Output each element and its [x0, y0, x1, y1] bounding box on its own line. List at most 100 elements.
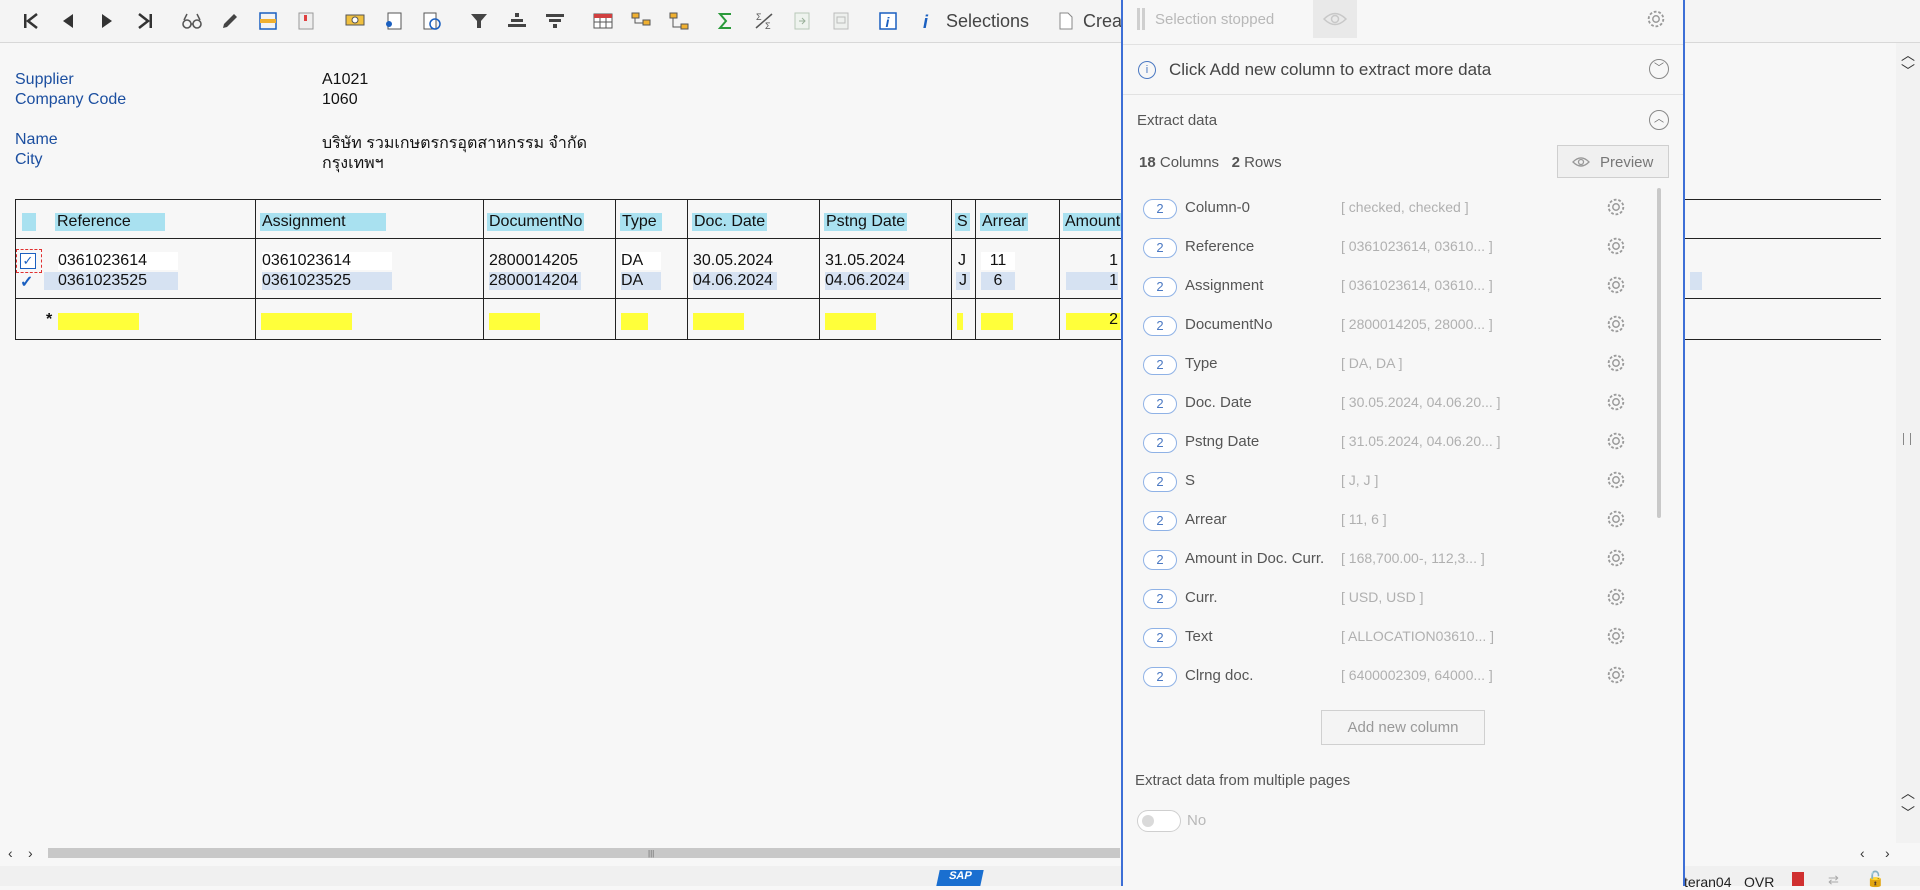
column-settings-gear-icon[interactable]	[1605, 547, 1629, 571]
column-name: Doc. Date	[1185, 394, 1252, 411]
header-documentno[interactable]: DocumentNo	[487, 213, 585, 231]
cell-assignment: 0361023525	[262, 272, 392, 290]
hierarchy-icon[interactable]	[629, 9, 653, 33]
column-item[interactable]: 2 DocumentNo [ 2800014205, 28000... ]	[1143, 313, 1653, 343]
header-arrear[interactable]: Arrear	[980, 213, 1029, 231]
next-page-icon[interactable]	[95, 9, 119, 33]
currency-icon[interactable]	[343, 9, 367, 33]
create-document-icon[interactable]	[1054, 9, 1078, 33]
hierarchy-expand-icon[interactable]	[667, 9, 691, 33]
column-list-scrollbar[interactable]	[1657, 188, 1661, 518]
last-page-icon[interactable]	[133, 9, 157, 33]
header-s[interactable]: S	[955, 213, 970, 231]
document-user-icon[interactable]	[381, 9, 405, 33]
column-settings-gear-icon[interactable]	[1605, 352, 1629, 376]
column-settings-gear-icon[interactable]	[1605, 313, 1629, 337]
select-all-header[interactable]	[22, 213, 36, 231]
multi-page-toggle[interactable]	[1137, 810, 1181, 832]
column-settings-gear-icon[interactable]	[1605, 274, 1629, 298]
vertical-scrollbar[interactable]: ︿ ﹀ ︿ ﹀	[1896, 43, 1920, 843]
web-document-icon[interactable]	[419, 9, 443, 33]
scroll-thumb-grip[interactable]	[1903, 433, 1911, 445]
scroll-left-icon[interactable]: ‹	[1860, 845, 1865, 861]
eye-toggle-button[interactable]	[1313, 0, 1357, 38]
header-reference[interactable]: Reference	[55, 213, 165, 231]
column-settings-gear-icon[interactable]	[1605, 469, 1629, 493]
scroll-right-icon[interactable]: ›	[28, 845, 33, 861]
sort-icon[interactable]	[505, 9, 529, 33]
scroll-up-icon[interactable]: ︿	[1901, 783, 1915, 803]
scroll-down-icon[interactable]: ﹀	[1901, 61, 1915, 81]
scroll-right-icon[interactable]: ›	[1885, 845, 1890, 861]
column-settings-gear-icon[interactable]	[1605, 235, 1629, 259]
sum-icon[interactable]	[714, 9, 738, 33]
header-doc-date[interactable]: Doc. Date	[692, 213, 768, 231]
column-item[interactable]: 2 Column-0 [ checked, checked ]	[1143, 196, 1653, 226]
panel-top-bar: Selection stopped	[1123, 0, 1683, 45]
column-item[interactable]: 2 Reference [ 0361023614, 03610... ]	[1143, 235, 1653, 265]
cell-documentno: 2800014205	[489, 252, 578, 269]
export-disabled-icon[interactable]	[790, 9, 814, 33]
header-type[interactable]: Type	[620, 213, 662, 231]
column-item[interactable]: 2 Arrear [ 11, 6 ]	[1143, 508, 1653, 538]
subtotal-icon[interactable]: ΣΣ	[752, 9, 776, 33]
column-settings-gear-icon[interactable]	[1605, 430, 1629, 454]
selections-info-icon[interactable]: i	[915, 9, 939, 33]
column-settings-gear-icon[interactable]	[1605, 586, 1629, 610]
column-item[interactable]: 2 Text [ ALLOCATION03610... ]	[1143, 625, 1653, 655]
column-sample: [ 168,700.00-, 112,3... ]	[1341, 550, 1485, 566]
row-checkmark-icon[interactable]: ✓	[20, 272, 33, 292]
document-alert-icon[interactable]	[294, 9, 318, 33]
status-flag-icon[interactable]	[1792, 872, 1804, 886]
settings-gear-icon[interactable]	[1645, 8, 1669, 32]
column-item[interactable]: 2 Type [ DA, DA ]	[1143, 352, 1653, 382]
chevron-up-icon[interactable]: ︿	[1649, 110, 1669, 130]
column-settings-gear-icon[interactable]	[1605, 508, 1629, 532]
column-settings-gear-icon[interactable]	[1605, 625, 1629, 649]
column-item[interactable]: 2 Curr. [ USD, USD ]	[1143, 586, 1653, 616]
chevron-down-icon[interactable]: ﹀	[1649, 59, 1669, 79]
pause-icon[interactable]	[1137, 8, 1145, 30]
column-settings-gear-icon[interactable]	[1605, 196, 1629, 220]
total-marker: *	[46, 311, 53, 328]
add-new-column-button[interactable]: Add new column	[1321, 710, 1485, 745]
column-item[interactable]: 2 Doc. Date [ 30.05.2024, 04.06.20... ]	[1143, 391, 1653, 421]
column-settings-gear-icon[interactable]	[1605, 391, 1629, 415]
header-amount[interactable]: Amount	[1063, 213, 1123, 231]
previous-page-icon[interactable]	[56, 9, 80, 33]
column-name: DocumentNo	[1185, 316, 1273, 333]
selections-button[interactable]: Selections	[946, 11, 1029, 32]
hscroll-grip[interactable]: |||	[648, 849, 654, 858]
layout-icon[interactable]	[256, 9, 280, 33]
row-count-badge: 2	[1143, 472, 1177, 492]
cell-type: DA	[621, 272, 661, 290]
sort-descending-icon[interactable]	[543, 9, 567, 33]
status-mode[interactable]: OVR	[1744, 874, 1774, 890]
col-divider	[687, 199, 688, 340]
import-disabled-icon[interactable]	[829, 9, 853, 33]
column-item[interactable]: 2 Clrng doc. [ 6400002309, 64000... ]	[1143, 664, 1653, 693]
columns-label: Columns	[1159, 154, 1220, 171]
column-item[interactable]: 2 Amount in Doc. Curr. [ 168,700.00-, 11…	[1143, 547, 1653, 577]
column-item[interactable]: 2 Assignment [ 0361023614, 03610... ]	[1143, 274, 1653, 304]
create-button[interactable]: Crea	[1083, 11, 1122, 32]
column-item[interactable]: 2 Pstng Date [ 31.05.2024, 04.06.20... ]	[1143, 430, 1653, 460]
unlock-icon[interactable]: 🔓	[1866, 870, 1885, 888]
scroll-left-icon[interactable]: ‹	[8, 845, 13, 861]
info-icon[interactable]: i	[876, 9, 900, 33]
header-assignment[interactable]: Assignment	[260, 213, 386, 231]
horizontal-scrollbar[interactable]: |||	[48, 848, 1120, 858]
column-settings-gear-icon[interactable]	[1605, 664, 1629, 688]
filter-icon[interactable]	[467, 9, 491, 33]
col-divider	[819, 199, 820, 340]
preview-button[interactable]: Preview	[1557, 145, 1669, 178]
edit-pencil-icon[interactable]	[218, 9, 242, 33]
row-checkbox[interactable]: ✓	[20, 253, 36, 269]
scroll-down-icon[interactable]: ﹀	[1901, 803, 1915, 823]
first-page-icon[interactable]	[19, 9, 43, 33]
status-user: teran04	[1684, 874, 1732, 890]
table-icon[interactable]	[591, 9, 615, 33]
column-item[interactable]: 2 S [ J, J ]	[1143, 469, 1653, 499]
header-pstng-date[interactable]: Pstng Date	[824, 213, 908, 231]
display-glasses-icon[interactable]	[180, 9, 204, 33]
